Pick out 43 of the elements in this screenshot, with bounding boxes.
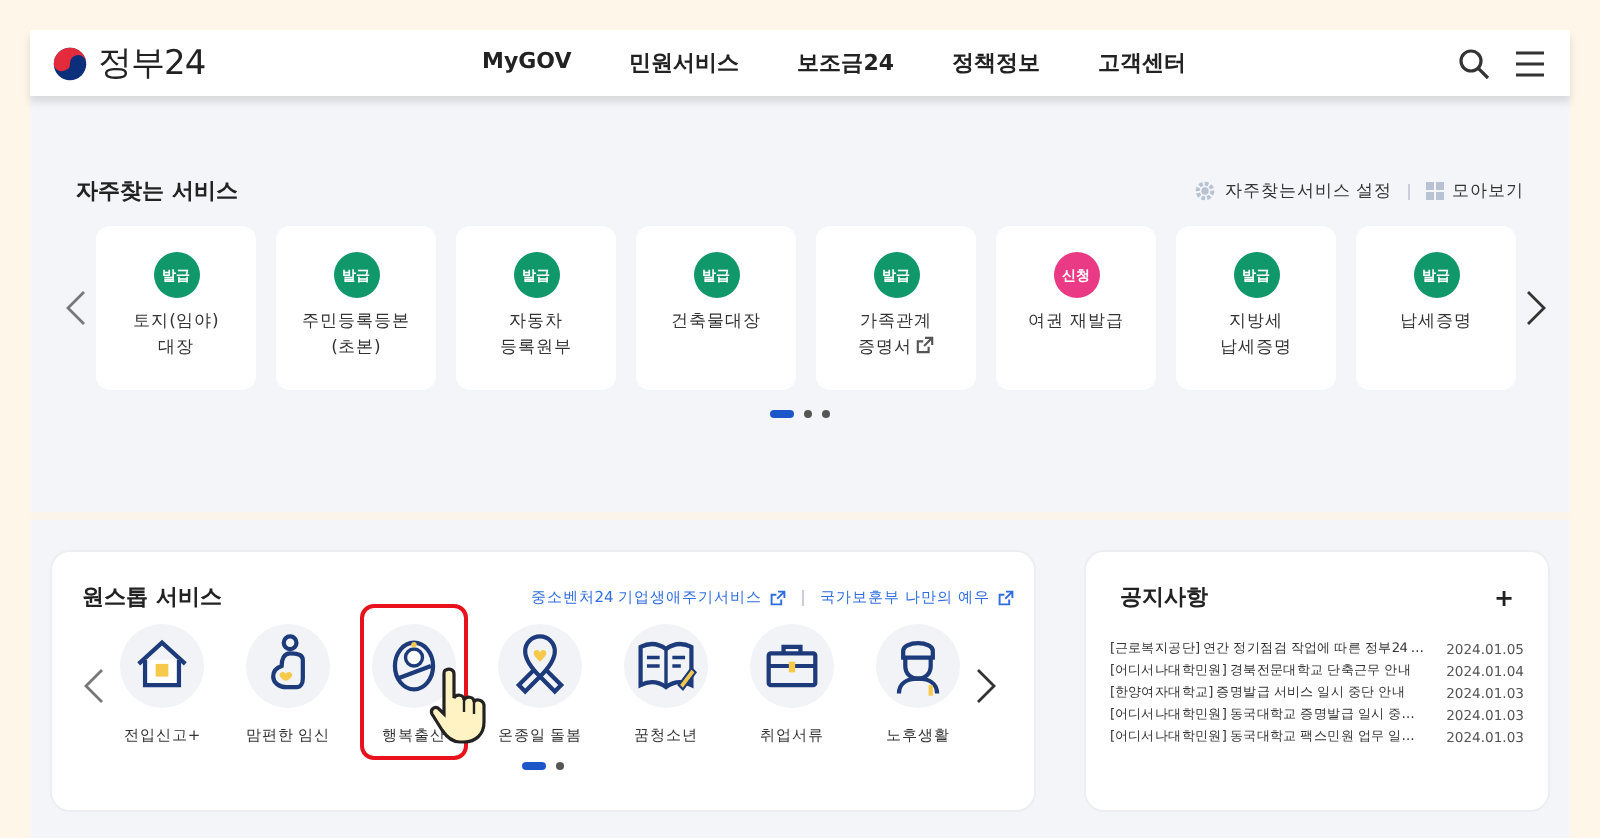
service-label: 납세증명: [1400, 310, 1472, 336]
nav-link[interactable]: 정책정보: [952, 48, 1041, 78]
more-button[interactable]: +: [1493, 583, 1514, 611]
service-icon-button[interactable]: [498, 624, 582, 708]
nav-link[interactable]: MyGOV: [482, 48, 572, 78]
service-label: 자동차 등록원부: [500, 310, 572, 362]
section-title: 원스톱 서비스: [82, 582, 222, 612]
service-label: 여권 재발급: [1028, 310, 1124, 336]
page-indicator[interactable]: [556, 762, 564, 770]
page-indicator[interactable]: [770, 410, 794, 418]
section-title: 자주찾는 서비스: [76, 176, 238, 206]
service-label: 지방세 납세증명: [1220, 310, 1292, 362]
service-icon-button[interactable]: [246, 624, 330, 708]
logo-emblem-icon: [52, 45, 88, 81]
nav-link[interactable]: 보조금24: [797, 48, 895, 78]
chevron-left-icon[interactable]: [84, 667, 104, 703]
gear-icon: [1194, 180, 1217, 202]
page-indicator[interactable]: [822, 410, 830, 418]
service-label: 가족관계 증명서: [858, 310, 934, 362]
nav-link[interactable]: 민원서비스: [629, 48, 740, 78]
page-indicator[interactable]: [522, 762, 546, 770]
nav-link[interactable]: 고객센터: [1098, 48, 1187, 78]
external-link-icon: [770, 589, 787, 605]
service-label: 토지(임야) 대장: [133, 310, 219, 362]
logo-text[interactable]: 정부24: [98, 40, 206, 86]
section-title: 공지사항: [1120, 582, 1208, 612]
menu-icon[interactable]: [1514, 49, 1546, 77]
chevron-left-icon[interactable]: [66, 290, 86, 326]
grid-icon: [1426, 182, 1444, 200]
service-label: 주민등록등본 (초본): [302, 310, 410, 362]
service-icon-button[interactable]: [876, 624, 960, 708]
service-link[interactable]: 모아보기: [1426, 179, 1524, 203]
service-icon-button[interactable]: [624, 624, 708, 708]
external-link-icon: [998, 589, 1014, 605]
chevron-right-icon[interactable]: [1526, 290, 1546, 326]
service-icon-button[interactable]: [372, 624, 456, 708]
service-icon-button[interactable]: [120, 624, 204, 708]
service-label: 건축물대장: [671, 310, 761, 336]
search-icon[interactable]: [1458, 47, 1490, 79]
service-link[interactable]: 자주찾는서비스 설정: [1194, 179, 1392, 203]
chevron-right-icon[interactable]: [976, 667, 996, 703]
page-indicator[interactable]: [804, 410, 812, 418]
service-icon-button[interactable]: [750, 624, 834, 708]
